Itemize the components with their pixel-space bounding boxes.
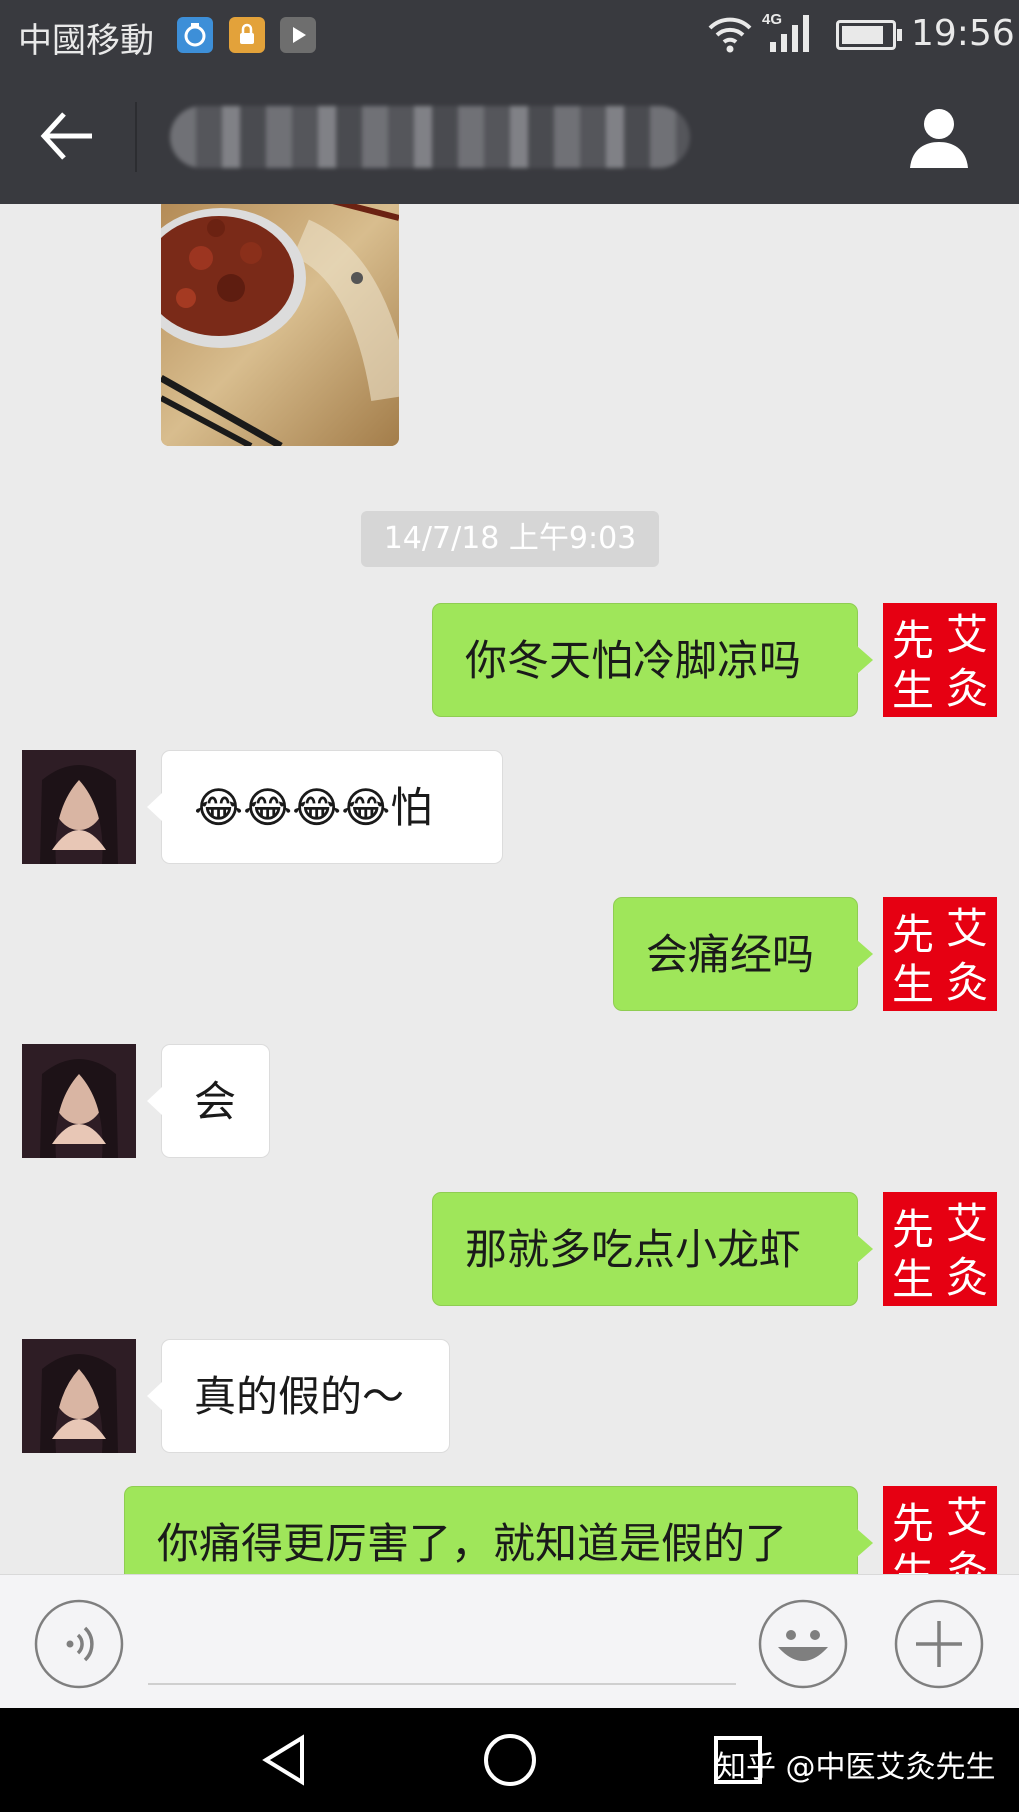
svg-text:艾: 艾 [946,610,988,659]
contact-avatar[interactable] [22,1044,136,1158]
my-avatar[interactable]: 先 艾 生 灸 [883,1486,997,1574]
svg-text:灸: 灸 [946,958,988,1007]
outgoing-message[interactable]: 你冬天怕冷脚凉吗 [432,603,873,717]
outgoing-message[interactable]: 会痛经吗 [613,897,873,1011]
system-navigation-bar: 知乎 @中医艾灸先生 [0,1708,1019,1812]
app-notification-icon [177,17,213,53]
back-button[interactable] [30,100,106,172]
status-bar: 中國移動 4G 19:56 [0,0,1019,68]
voice-input-button[interactable] [34,1599,124,1689]
chat-info-button[interactable] [902,102,976,174]
svg-text:先: 先 [892,616,934,665]
outgoing-message[interactable]: 你痛得更厉害了，就知道是假的了 [124,1486,873,1574]
media-app-icon [280,17,316,53]
svg-text:灸: 灸 [946,1547,988,1574]
chat-title-blurred [170,106,690,168]
arrow-left-icon [40,112,92,160]
svg-text:先: 先 [892,1205,934,1254]
incoming-message[interactable]: 😂😂😂😂怕 [147,750,503,864]
svg-text:先: 先 [892,1499,934,1548]
crawfish-photo [161,204,399,446]
network-type-label: 4G [762,11,782,28]
battery-icon [836,20,902,50]
person-icon [910,109,968,168]
system-back-button[interactable] [254,1730,314,1790]
carrier-name: 中國移動 [18,21,154,61]
image-message[interactable] [161,204,399,446]
signal-icon: 4G [762,11,809,52]
input-bar [0,1574,1019,1708]
triangle-back-icon [262,1734,304,1786]
svg-text:生: 生 [892,960,934,1009]
svg-text:艾: 艾 [946,904,988,953]
my-avatar[interactable]: 先 艾 生 灸 [883,603,997,717]
outgoing-message[interactable]: 那就多吃点小龙虾 [432,1192,873,1306]
incoming-message[interactable]: 会 [147,1044,270,1158]
system-home-button[interactable] [480,1730,540,1790]
svg-text:艾: 艾 [946,1493,988,1542]
incoming-message[interactable]: 真的假的～ [147,1339,450,1453]
svg-text:灸: 灸 [946,664,988,713]
emoji-button[interactable] [758,1599,848,1689]
message-input[interactable] [148,1595,736,1685]
svg-text:艾: 艾 [946,1199,988,1248]
svg-text:生: 生 [892,666,934,715]
svg-text:先: 先 [892,910,934,959]
more-options-button[interactable] [894,1599,984,1689]
svg-text:灸: 灸 [946,1253,988,1302]
chat-header [0,68,1019,204]
message-list[interactable]: 14/7/18 上午9:03 你冬天怕冷脚凉吗 先 艾 生 灸 😂😂😂😂怕 会痛… [0,204,1019,1574]
plus-icon [916,1621,962,1667]
voice-icon [66,1626,94,1662]
clock: 19:56 [911,13,1015,54]
my-avatar[interactable]: 先 艾 生 灸 [883,897,997,1011]
contact-avatar[interactable] [22,1339,136,1453]
emoji-icon [778,1630,828,1661]
circle-home-icon [484,1734,536,1786]
contact-avatar[interactable] [22,750,136,864]
watermark: 知乎 @中医艾灸先生 [716,1750,996,1785]
battery-level [842,26,883,44]
wifi-icon [708,17,752,53]
svg-text:生: 生 [892,1255,934,1304]
message-timestamp: 14/7/18 上午9:03 [361,511,659,567]
header-divider [135,102,137,172]
my-avatar[interactable]: 先 艾 生 灸 [883,1192,997,1306]
svg-text:生: 生 [892,1549,934,1574]
lock-app-icon [229,17,265,53]
